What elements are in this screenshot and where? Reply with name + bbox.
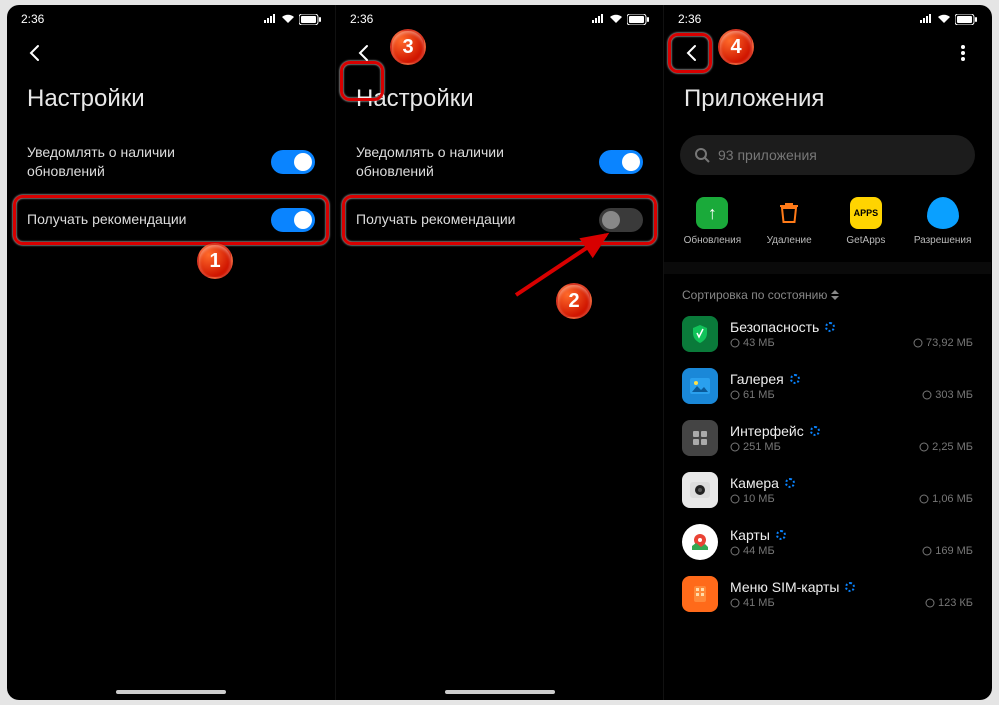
gallery-icon — [682, 368, 718, 404]
gear-icon — [730, 390, 740, 400]
header — [7, 33, 335, 73]
shield-icon — [927, 197, 959, 229]
loading-icon — [790, 374, 800, 384]
app-row-gallery[interactable]: Галерея 61 МБ303 МБ — [664, 360, 991, 412]
maps-icon — [682, 524, 718, 560]
battery-icon — [627, 14, 649, 25]
signal-icon — [919, 14, 933, 24]
row-notify-updates[interactable]: Уведомлять о наличии обновлений — [336, 131, 663, 193]
clock: 2:36 — [350, 12, 373, 26]
pane-settings-2: 2:36 3 Настройки Уведомлять о наличии об… — [335, 5, 663, 700]
gesture-bar — [445, 690, 555, 694]
app-row-maps[interactable]: Карты 44 МБ169 МБ — [664, 516, 991, 568]
sim-icon — [682, 576, 718, 612]
launcher-icon — [682, 420, 718, 456]
page-title: Приложения — [664, 73, 991, 131]
search-icon — [694, 147, 710, 163]
sort-icon — [831, 290, 839, 300]
app-row-sim[interactable]: Меню SIM-карты 41 МБ123 КБ — [664, 568, 991, 620]
pane-settings-1: 2:36 Настройки Уведомлять о наличии обно… — [7, 5, 335, 700]
step-badge-1: 1 — [197, 243, 233, 279]
gear-icon — [730, 546, 740, 556]
wifi-icon — [937, 14, 951, 24]
search-placeholder: 93 приложения — [718, 147, 817, 163]
loading-icon — [810, 426, 820, 436]
clock-icon — [925, 598, 935, 608]
search-input[interactable]: 93 приложения — [680, 135, 975, 175]
signal-icon — [591, 14, 605, 24]
row-label: Уведомлять о наличии обновлений — [356, 143, 556, 181]
status-icons — [591, 14, 649, 25]
page-title: Настройки — [336, 73, 663, 131]
clock-icon — [922, 546, 932, 556]
status-bar: 2:36 — [7, 5, 335, 33]
battery-icon — [955, 14, 977, 25]
gear-icon — [730, 598, 740, 608]
app-row-camera[interactable]: Камера 10 МБ1,06 МБ — [664, 464, 991, 516]
loading-icon — [845, 582, 855, 592]
wifi-icon — [609, 14, 623, 24]
trash-icon — [773, 197, 805, 229]
more-menu-button[interactable] — [943, 33, 983, 73]
gesture-bar — [116, 690, 226, 694]
toggle-notify-updates[interactable] — [599, 150, 643, 174]
pane-apps: 2:36 4 Приложения 93 приложения ↑ — [663, 5, 991, 700]
getapps-icon: APPS — [850, 197, 882, 229]
back-button[interactable] — [15, 33, 55, 73]
status-bar: 2:36 — [336, 5, 663, 33]
page-title: Настройки — [7, 73, 335, 131]
app-row-security[interactable]: Безопасность 43 МБ73,92 МБ — [664, 308, 991, 360]
loading-icon — [776, 530, 786, 540]
row-label: Получать рекомендации — [356, 210, 515, 229]
back-button[interactable] — [672, 33, 712, 73]
wifi-icon — [281, 14, 295, 24]
clock: 2:36 — [678, 12, 701, 26]
status-icons — [919, 14, 977, 25]
action-permissions[interactable]: Разрешения — [908, 197, 978, 246]
camera-icon — [682, 472, 718, 508]
action-updates[interactable]: ↑ Обновления — [677, 197, 747, 246]
toggle-notify-updates[interactable] — [271, 150, 315, 174]
header — [664, 33, 991, 73]
back-button[interactable] — [344, 33, 384, 73]
row-recommendations[interactable]: Получать рекомендации — [336, 193, 663, 247]
clock-icon — [919, 494, 929, 504]
status-bar: 2:36 — [664, 5, 991, 33]
clock-icon — [919, 442, 929, 452]
step-badge-2: 2 — [556, 283, 592, 319]
upload-icon: ↑ — [696, 197, 728, 229]
signal-icon — [263, 14, 277, 24]
row-label: Получать рекомендации — [27, 210, 186, 229]
sort-selector[interactable]: Сортировка по состоянию — [664, 274, 991, 308]
action-getapps[interactable]: APPS GetApps — [831, 197, 901, 246]
quick-actions: ↑ Обновления Удаление APPS GetApps Разре… — [664, 191, 991, 274]
gear-icon — [730, 338, 740, 348]
row-notify-updates[interactable]: Уведомлять о наличии обновлений — [7, 131, 335, 193]
loading-icon — [785, 478, 795, 488]
toggle-recommendations[interactable] — [599, 208, 643, 232]
gear-icon — [730, 442, 740, 452]
loading-icon — [825, 322, 835, 332]
row-recommendations[interactable]: Получать рекомендации — [7, 193, 335, 247]
clock-icon — [922, 390, 932, 400]
app-row-launcher[interactable]: Интерфейс 251 МБ2,25 МБ — [664, 412, 991, 464]
clock: 2:36 — [21, 12, 44, 26]
status-icons — [263, 14, 321, 25]
clock-icon — [913, 338, 923, 348]
security-icon — [682, 316, 718, 352]
header — [336, 33, 663, 73]
battery-icon — [299, 14, 321, 25]
row-label: Уведомлять о наличии обновлений — [27, 143, 227, 181]
action-uninstall[interactable]: Удаление — [754, 197, 824, 246]
gear-icon — [730, 494, 740, 504]
toggle-recommendations[interactable] — [271, 208, 315, 232]
